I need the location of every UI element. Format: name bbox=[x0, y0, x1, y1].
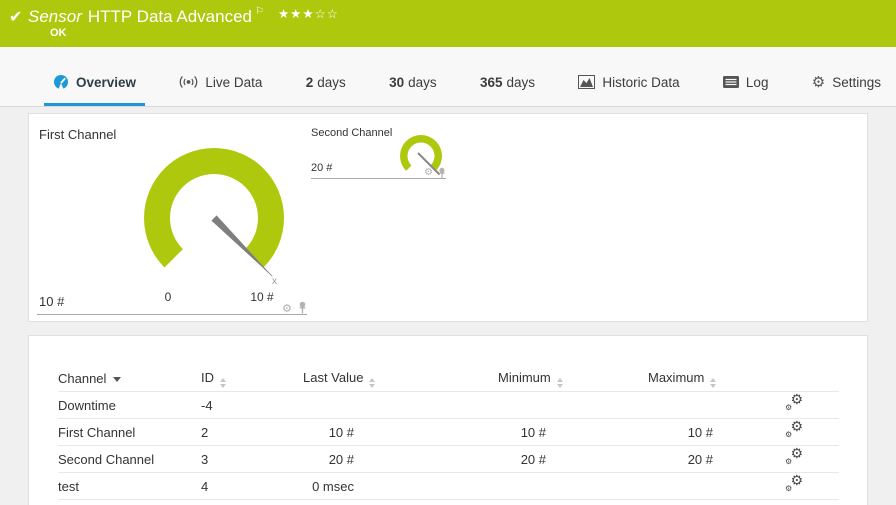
sort-icon bbox=[220, 377, 226, 388]
cell-id: 2 bbox=[201, 424, 209, 440]
status-badge: OK bbox=[50, 27, 67, 39]
sort-icon bbox=[369, 377, 376, 388]
tab-number: 365 bbox=[479, 74, 503, 90]
column-header-minimum[interactable]: Minimum bbox=[498, 370, 576, 388]
channel-table-panel: Channel ID Last Value Minimum Maximum Do… bbox=[28, 335, 868, 505]
tab-settings[interactable]: ⚙ Settings bbox=[803, 47, 890, 106]
channel-settings-gears-icon[interactable]: ⚙ ⚙ bbox=[785, 420, 803, 439]
table-row-first-channel[interactable]: First Channel 2 10 # 10 # 10 # ⚙ ⚙ bbox=[58, 419, 839, 446]
stars-empty: ☆☆ bbox=[314, 6, 339, 21]
flag-icon[interactable]: ⚐ bbox=[255, 6, 264, 17]
cell-id: 4 bbox=[201, 478, 209, 494]
gauge-pin-icon[interactable] bbox=[437, 167, 447, 179]
cell-channel: Downtime bbox=[58, 397, 116, 413]
tab-live-data[interactable]: Live Data bbox=[170, 47, 271, 106]
channel-settings-gears-icon[interactable]: ⚙ ⚙ bbox=[785, 393, 803, 412]
tab-label: Live Data bbox=[205, 74, 263, 90]
tab-30-days[interactable]: 30 days bbox=[380, 47, 446, 106]
table-header-row: Channel ID Last Value Minimum Maximum bbox=[58, 366, 839, 392]
sort-icon bbox=[556, 377, 563, 388]
tab-label: days bbox=[317, 74, 346, 90]
second-channel-title: Second Channel bbox=[311, 127, 393, 139]
first-channel-title: First Channel bbox=[39, 127, 117, 142]
header-label: ID bbox=[201, 369, 214, 385]
tab-label: Historic Data bbox=[602, 74, 680, 90]
tab-label: Overview bbox=[76, 74, 137, 90]
sensor-status-header: ✔ Sensor HTTP Data Advanced ⚐ ★★★☆☆ OK bbox=[0, 0, 896, 47]
column-header-maximum[interactable]: Maximum bbox=[648, 370, 726, 388]
cell-maximum: 10 # bbox=[687, 424, 713, 440]
header-label: Minimum bbox=[498, 369, 551, 385]
log-list-icon bbox=[722, 76, 739, 88]
table-row-downtime[interactable]: Downtime -4 ⚙ ⚙ bbox=[58, 392, 839, 419]
page-title: HTTP Data Advanced bbox=[87, 7, 252, 26]
gauges-panel: First Channel x 0 10 # 10 # ⚙ Second Cha… bbox=[28, 113, 868, 322]
cell-channel: Second Channel bbox=[58, 451, 155, 467]
tab-label: Settings bbox=[832, 74, 881, 90]
cell-last-value: 0 msec bbox=[312, 478, 354, 494]
first-channel-value: 10 # bbox=[39, 294, 65, 309]
broadcast-icon bbox=[179, 76, 198, 88]
table-row-test[interactable]: test 4 0 msec ⚙ ⚙ bbox=[58, 473, 839, 500]
tab-bar: Overview Live Data 2 days 30 days 365 days … bbox=[0, 47, 896, 107]
area-chart-icon bbox=[578, 75, 596, 89]
sensor-type-label: Sensor bbox=[28, 7, 82, 26]
tab-2-days[interactable]: 2 days bbox=[297, 47, 355, 106]
gear-icon: ⚙ bbox=[811, 72, 826, 91]
channel-settings-gears-icon[interactable]: ⚙ ⚙ bbox=[785, 447, 803, 466]
gauge-divider bbox=[311, 178, 446, 179]
header-label: Maximum bbox=[648, 369, 705, 385]
gauge-gear-icon[interactable]: ⚙ bbox=[282, 303, 292, 314]
cell-channel: First Channel bbox=[58, 424, 136, 440]
cell-id: 3 bbox=[201, 451, 209, 467]
tab-number: 2 bbox=[305, 74, 314, 90]
gauge-icon bbox=[54, 75, 68, 90]
tab-number: 30 bbox=[389, 74, 405, 90]
cell-last-value: 20 # bbox=[328, 451, 354, 467]
tab-365-days[interactable]: 365 days bbox=[471, 47, 544, 106]
sensor-title-line: Sensor HTTP Data Advanced ⚐ ★★★☆☆ bbox=[28, 6, 339, 27]
sort-desc-icon bbox=[113, 377, 122, 382]
cell-id: -4 bbox=[201, 397, 213, 413]
gauge-pin-icon[interactable] bbox=[297, 301, 308, 314]
check-icon: ✔ bbox=[9, 7, 23, 26]
column-header-id[interactable]: ID bbox=[201, 370, 303, 388]
gauge-gear-icon[interactable]: ⚙ bbox=[424, 168, 433, 178]
cell-maximum: 20 # bbox=[687, 451, 713, 467]
cell-minimum: 20 # bbox=[520, 451, 546, 467]
gauge-scale-max: 10 # bbox=[250, 290, 274, 304]
cell-last-value: 10 # bbox=[328, 424, 354, 440]
header-label: Last Value bbox=[303, 369, 364, 385]
tab-historic-data[interactable]: Historic Data bbox=[569, 47, 688, 106]
gauge-scale-min: 0 bbox=[164, 290, 172, 304]
priority-star-rating[interactable]: ★★★☆☆ bbox=[278, 6, 339, 21]
tab-label: days bbox=[506, 74, 536, 90]
channel-settings-gears-icon[interactable]: ⚙ ⚙ bbox=[785, 474, 803, 493]
tab-log[interactable]: Log bbox=[714, 47, 778, 106]
first-channel-gauge bbox=[144, 148, 284, 278]
sort-icon bbox=[710, 377, 717, 388]
column-header-channel[interactable]: Channel bbox=[58, 371, 201, 386]
tab-label: days bbox=[408, 74, 437, 90]
gauge-divider bbox=[37, 314, 307, 315]
second-channel-value: 20 # bbox=[311, 162, 333, 174]
stars-filled: ★★★ bbox=[277, 6, 315, 21]
tab-label: Log bbox=[745, 74, 769, 90]
cell-minimum: 10 # bbox=[520, 424, 546, 440]
column-header-last-value[interactable]: Last Value bbox=[303, 370, 381, 388]
header-label: Channel bbox=[58, 371, 107, 386]
table-row-second-channel[interactable]: Second Channel 3 20 # 20 # 20 # ⚙ ⚙ bbox=[58, 446, 839, 473]
needle-tip-label: x bbox=[272, 276, 277, 287]
cell-channel: test bbox=[58, 478, 79, 494]
tab-overview[interactable]: Overview bbox=[44, 47, 146, 106]
